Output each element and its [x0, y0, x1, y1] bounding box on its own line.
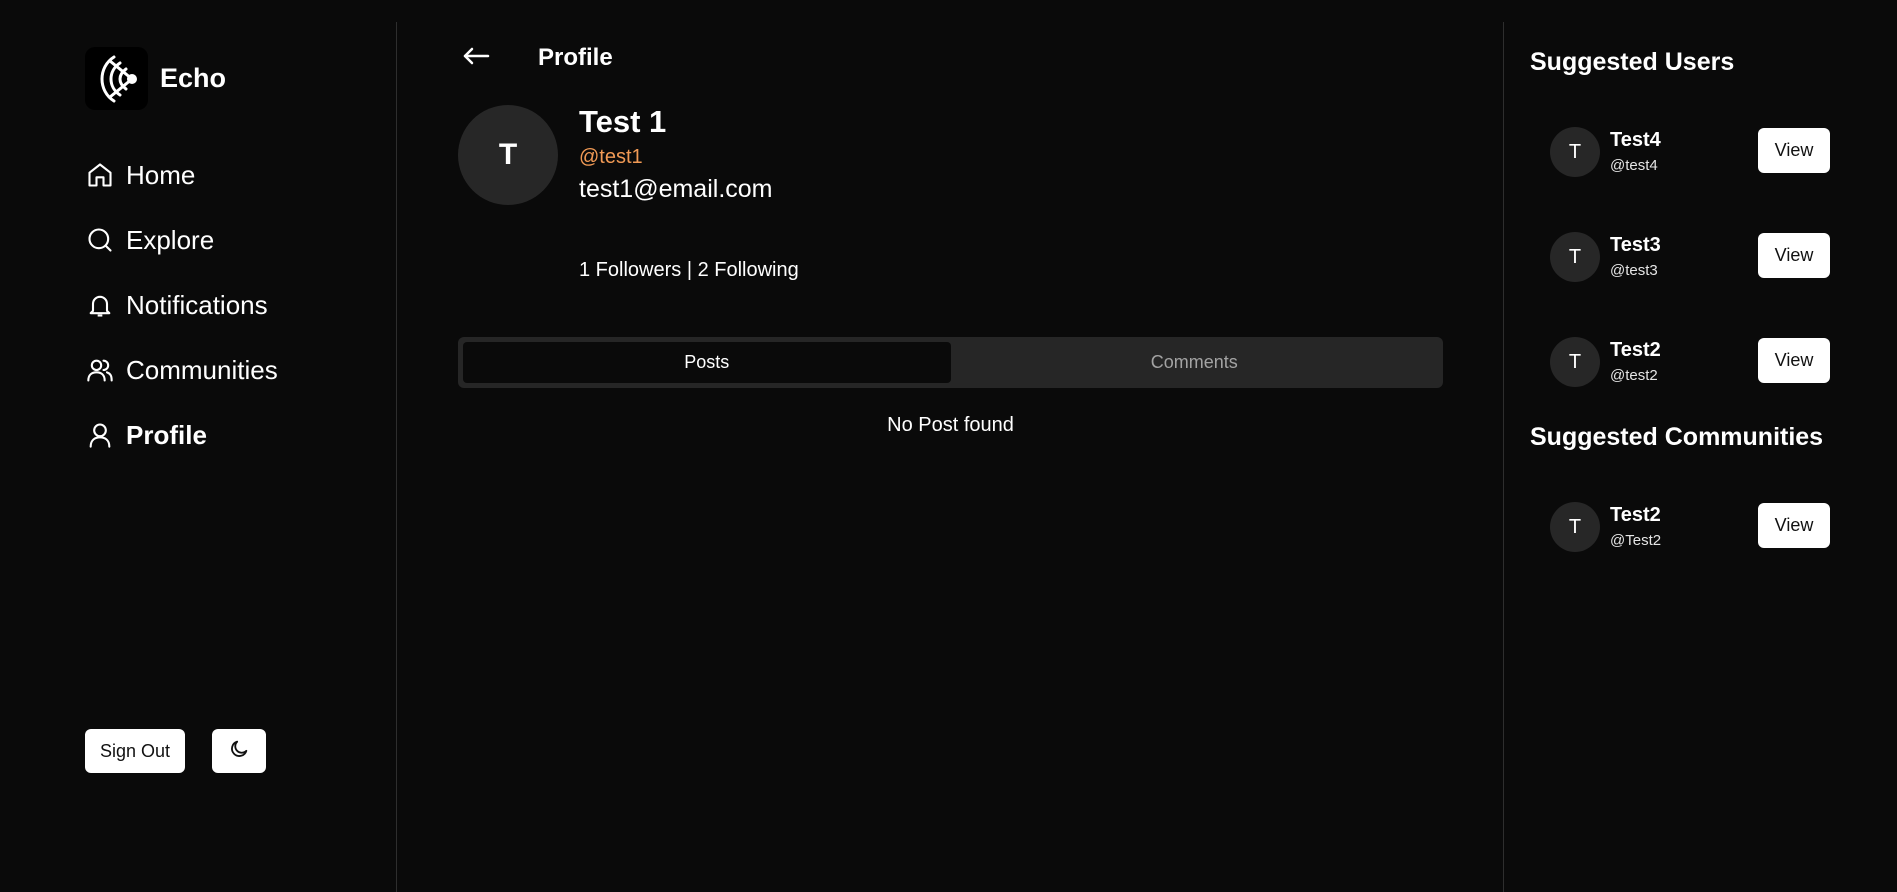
- left-sidebar: Echo Home Explore Notifications Communit…: [0, 0, 396, 892]
- tab-comments[interactable]: Comments: [951, 342, 1439, 383]
- nav-item-communities[interactable]: Communities: [85, 350, 278, 390]
- main-nav: Home Explore Notifications Communities P…: [85, 155, 278, 480]
- arrow-left-icon: [460, 47, 492, 76]
- profile-name: Test 1: [579, 104, 667, 139]
- suggested-user-row: T Test2 @test2 View: [1550, 337, 1830, 387]
- nav-item-profile[interactable]: Profile: [85, 415, 278, 455]
- page-title: Profile: [538, 44, 613, 71]
- user-icon: [85, 420, 115, 450]
- nav-label-communities: Communities: [126, 354, 278, 385]
- brand-logo[interactable]: Echo: [85, 47, 226, 110]
- suggested-community-handle: @Test2: [1610, 532, 1662, 549]
- nav-label-explore: Explore: [126, 224, 215, 255]
- nav-item-notifications[interactable]: Notifications: [85, 285, 278, 325]
- bell-icon: [85, 290, 115, 320]
- profile-avatar: T: [458, 105, 558, 205]
- moon-icon: [228, 738, 250, 765]
- view-user-button[interactable]: View: [1758, 338, 1830, 383]
- nav-label-home: Home: [126, 159, 196, 190]
- view-user-button[interactable]: View: [1758, 233, 1830, 278]
- suggested-user-handle: @test4: [1610, 157, 1658, 174]
- nav-label-profile: Profile: [126, 419, 207, 450]
- tab-posts[interactable]: Posts: [463, 342, 951, 383]
- nav-label-notifications: Notifications: [126, 289, 268, 320]
- suggested-communities-title: Suggested Communities: [1530, 423, 1824, 451]
- users-icon: [85, 355, 115, 385]
- search-icon: [85, 225, 115, 255]
- suggested-user-row: T Test3 @test3 View: [1550, 232, 1830, 282]
- suggested-user-name: Test4: [1610, 129, 1661, 151]
- empty-state-message: No Post found: [887, 414, 1014, 436]
- profile-email: test1@email.com: [579, 175, 773, 203]
- suggested-user-handle: @test2: [1610, 367, 1658, 384]
- avatar: T: [1550, 337, 1600, 387]
- back-button[interactable]: [460, 40, 492, 72]
- view-community-button[interactable]: View: [1758, 503, 1830, 548]
- suggested-community-row: T Test2 @Test2 View: [1550, 502, 1830, 552]
- theme-toggle-button[interactable]: [212, 729, 266, 773]
- main-content: [397, 0, 1503, 892]
- suggested-user-row: T Test4 @test4 View: [1550, 127, 1830, 177]
- brand-name: Echo: [160, 63, 227, 93]
- nav-item-home[interactable]: Home: [85, 155, 278, 195]
- suggested-users-title: Suggested Users: [1530, 48, 1735, 76]
- avatar: T: [1550, 127, 1600, 177]
- sign-out-button[interactable]: Sign Out: [85, 729, 186, 773]
- suggested-user-handle: @test3: [1610, 262, 1658, 279]
- app-root: Echo Home Explore Notifications Communit…: [0, 0, 1897, 892]
- suggested-user-name: Test2: [1610, 339, 1661, 361]
- suggested-community-name: Test2: [1610, 504, 1661, 526]
- home-icon: [85, 160, 115, 190]
- avatar: T: [1550, 232, 1600, 282]
- follow-stats[interactable]: 1 Followers | 2 Following: [579, 259, 799, 282]
- profile-tabs: Posts Comments: [458, 337, 1443, 388]
- nav-item-explore[interactable]: Explore: [85, 220, 278, 260]
- profile-handle: @test1: [579, 146, 643, 168]
- avatar: T: [1550, 502, 1600, 552]
- echo-logo-icon: [85, 47, 148, 110]
- suggested-user-name: Test3: [1610, 234, 1661, 256]
- view-user-button[interactable]: View: [1758, 128, 1830, 173]
